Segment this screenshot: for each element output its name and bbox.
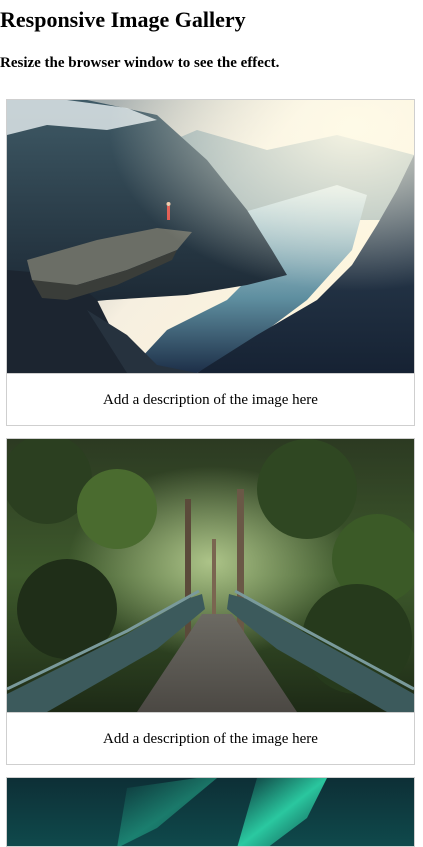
gallery-item: Add a description of the image here — [6, 438, 415, 765]
forest-bridge-image[interactable] — [7, 439, 414, 713]
image-description: Add a description of the image here — [103, 731, 318, 747]
northern-lights-image[interactable] — [7, 778, 414, 847]
gallery-item: Add a description of the image here — [6, 99, 415, 426]
page-subtitle: Resize the browser window to see the eff… — [0, 55, 280, 71]
mountain-fjord-image[interactable] — [7, 100, 414, 374]
gallery-item — [6, 777, 415, 847]
page-title: Responsive Image Gallery — [0, 7, 246, 32]
image-description: Add a description of the image here — [103, 392, 318, 408]
